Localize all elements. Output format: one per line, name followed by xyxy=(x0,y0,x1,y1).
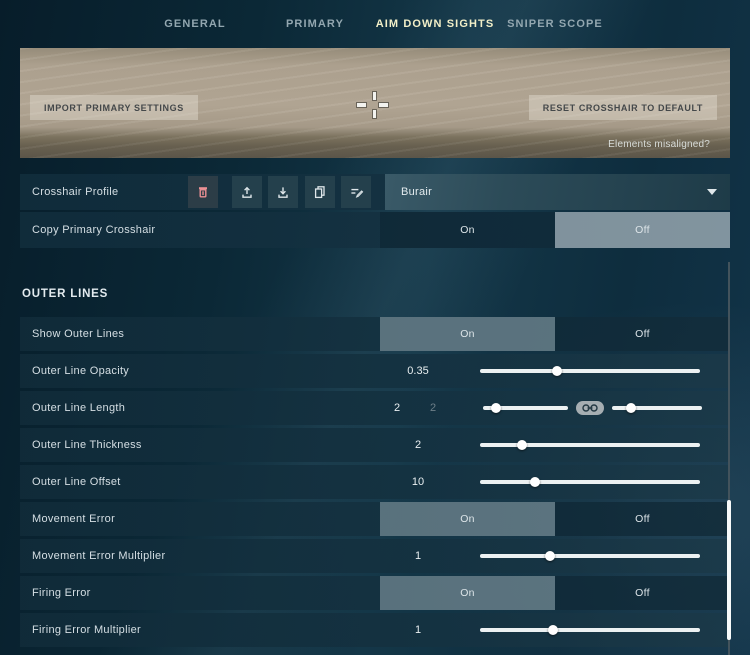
setting-row: Outer Line Length 22 xyxy=(20,391,730,425)
link-values-button[interactable] xyxy=(576,401,604,415)
toggle-on-button[interactable]: On xyxy=(380,502,555,536)
elements-misaligned-link[interactable]: Elements misaligned? xyxy=(608,139,710,150)
setting-row: Movement Error Multiplier 1 xyxy=(20,539,730,573)
setting-label: Movement Error xyxy=(32,513,115,525)
slider-track[interactable] xyxy=(480,554,700,558)
slider-track[interactable] xyxy=(480,369,700,373)
crosshair-profile-row: Crosshair Profile Burair xyxy=(20,174,730,210)
setting-label: Show Outer Lines xyxy=(32,328,124,340)
setting-label: Outer Line Length xyxy=(32,402,125,414)
setting-label: Outer Line Offset xyxy=(32,476,121,488)
reset-crosshair-button[interactable]: RESET CROSSHAIR TO DEFAULT xyxy=(529,95,717,120)
setting-value: 2 xyxy=(379,402,415,414)
slider-knob[interactable] xyxy=(545,551,555,561)
setting-row: Outer Line Offset 10 xyxy=(20,465,730,499)
rename-icon xyxy=(348,184,364,200)
slider-knob[interactable] xyxy=(517,440,527,450)
delete-icon xyxy=(195,184,211,200)
setting-row: Show Outer Lines OnOff xyxy=(20,317,730,351)
crosshair-outer-line-top xyxy=(373,92,377,100)
outer-lines-settings-list: Show Outer LinesOnOffOuter Line Opacity0… xyxy=(20,317,730,650)
duplicate-icon xyxy=(312,184,328,200)
setting-value: 0.35 xyxy=(388,365,448,377)
setting-row: Firing Error Multiplier 1 xyxy=(20,613,730,647)
toggle-off-button[interactable]: Off xyxy=(555,212,730,248)
tab-primary[interactable]: PRIMARY xyxy=(255,18,375,30)
slider-knob[interactable] xyxy=(530,477,540,487)
crosshair-outer-line-bottom xyxy=(373,110,377,118)
setting-label: Outer Line Thickness xyxy=(32,439,142,451)
slider-track[interactable] xyxy=(483,406,568,410)
copy-primary-toggle: On Off xyxy=(380,212,730,248)
setting-value: 10 xyxy=(388,476,448,488)
setting-row: Firing Error OnOff xyxy=(20,576,730,610)
crosshair-outer-line-right xyxy=(379,103,388,107)
slider-track[interactable] xyxy=(480,480,700,484)
crosshair-preview: IMPORT PRIMARY SETTINGS RESET CROSSHAIR … xyxy=(20,48,730,158)
slider-track[interactable] xyxy=(480,628,700,632)
setting-toggle: OnOff xyxy=(380,576,730,610)
profile-select-value: Burair xyxy=(401,186,432,198)
toggle-on-button[interactable]: On xyxy=(380,576,555,610)
crosshair-settings-screen: GENERAL PRIMARY AIM DOWN SIGHTS SNIPER S… xyxy=(0,0,750,655)
setting-label: Firing Error Multiplier xyxy=(32,624,141,636)
toggle-off-button[interactable]: Off xyxy=(555,317,730,351)
slider-track[interactable] xyxy=(612,406,702,410)
settings-tab-bar: GENERAL PRIMARY AIM DOWN SIGHTS SNIPER S… xyxy=(0,0,750,48)
setting-row: Outer Line Thickness 2 xyxy=(20,428,730,462)
setting-toggle: OnOff xyxy=(380,317,730,351)
slider-knob[interactable] xyxy=(552,366,562,376)
export-profile-button[interactable] xyxy=(232,176,262,208)
rename-profile-button[interactable] xyxy=(341,176,371,208)
copy-primary-crosshair-row: Copy Primary Crosshair On Off xyxy=(20,212,730,248)
setting-value: 1 xyxy=(388,550,448,562)
import-primary-settings-button[interactable]: IMPORT PRIMARY SETTINGS xyxy=(30,95,198,120)
toggle-on-button[interactable]: On xyxy=(380,212,555,248)
setting-label: Outer Line Opacity xyxy=(32,365,129,377)
crosshair-profile-label: Crosshair Profile xyxy=(32,186,118,198)
duplicate-profile-button[interactable] xyxy=(305,176,335,208)
chevron-down-icon xyxy=(707,189,717,195)
tab-aim-down-sights[interactable]: AIM DOWN SIGHTS xyxy=(375,18,495,30)
profile-select-dropdown[interactable]: Burair xyxy=(385,174,730,210)
download-icon xyxy=(275,184,291,200)
setting-row: Outer Line Opacity 0.35 xyxy=(20,354,730,388)
slider-knob[interactable] xyxy=(491,403,501,413)
tab-sniper-scope[interactable]: SNIPER SCOPE xyxy=(495,18,615,30)
setting-label: Firing Error xyxy=(32,587,91,599)
import-profile-button[interactable] xyxy=(268,176,298,208)
delete-profile-button[interactable] xyxy=(188,176,218,208)
crosshair-outer-line-left xyxy=(357,103,366,107)
tab-general[interactable]: GENERAL xyxy=(135,18,255,30)
link-icon xyxy=(579,402,601,414)
setting-toggle: OnOff xyxy=(380,502,730,536)
outer-lines-section-title: OUTER LINES xyxy=(22,288,108,300)
scrollbar-thumb[interactable] xyxy=(727,500,731,640)
setting-linked-value: 2 xyxy=(415,402,451,414)
setting-label: Movement Error Multiplier xyxy=(32,550,165,562)
upload-icon xyxy=(239,184,255,200)
slider-track[interactable] xyxy=(480,443,700,447)
copy-primary-label: Copy Primary Crosshair xyxy=(32,224,155,236)
slider-knob[interactable] xyxy=(626,403,636,413)
toggle-off-button[interactable]: Off xyxy=(555,502,730,536)
setting-row: Movement Error OnOff xyxy=(20,502,730,536)
slider-knob[interactable] xyxy=(548,625,558,635)
toggle-off-button[interactable]: Off xyxy=(555,576,730,610)
setting-value: 1 xyxy=(388,624,448,636)
setting-value: 2 xyxy=(388,439,448,451)
toggle-on-button[interactable]: On xyxy=(380,317,555,351)
